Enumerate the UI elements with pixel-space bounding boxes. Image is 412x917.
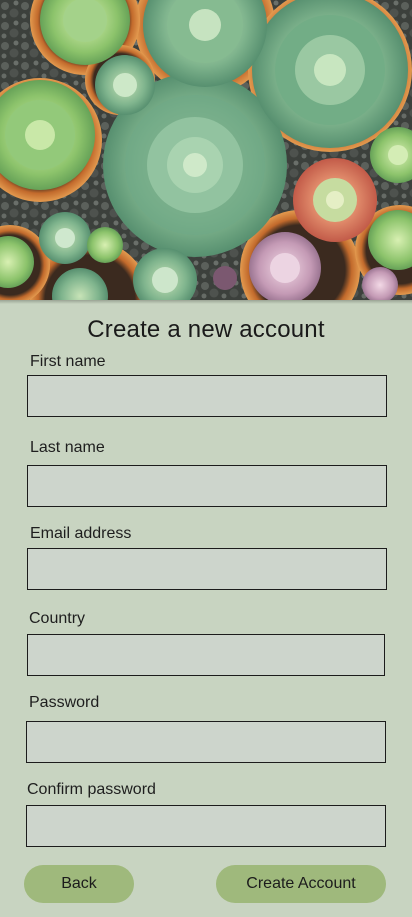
email-field[interactable] [27,548,387,590]
first-name-field[interactable] [27,375,387,417]
hero-succulents-image [0,0,412,300]
back-button[interactable]: Back [24,865,134,903]
page-title: Create a new account [87,316,325,343]
password-label: Password [29,694,100,711]
confirm-password-field[interactable] [26,805,386,847]
last-name-label: Last name [30,439,105,456]
confirm-password-label: Confirm password [27,781,156,798]
create-account-button[interactable]: Create Account [216,865,386,903]
country-label: Country [29,610,86,627]
password-field[interactable] [26,721,386,763]
hero-divider [0,300,412,304]
country-field[interactable] [27,634,385,676]
last-name-field[interactable] [27,465,387,507]
first-name-label: First name [30,353,106,370]
email-label: Email address [30,525,132,542]
